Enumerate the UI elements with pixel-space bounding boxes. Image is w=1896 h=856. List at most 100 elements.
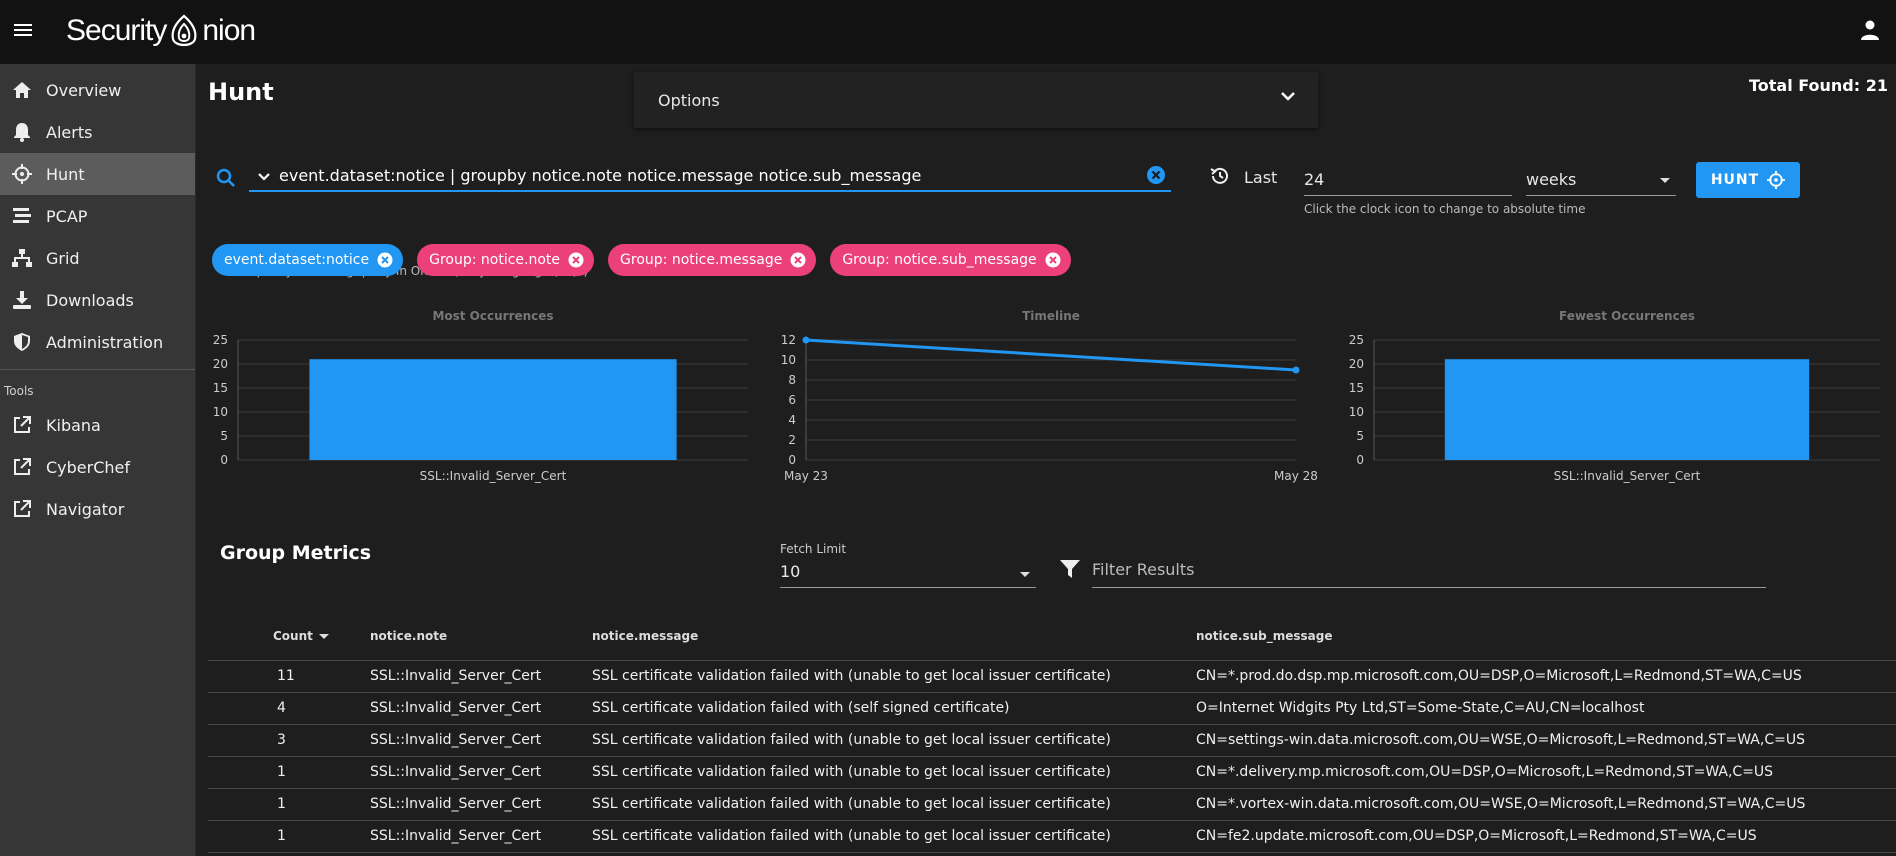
cell-notice-note: SSL::Invalid_Server_Cert — [370, 660, 592, 693]
data-point — [1292, 366, 1300, 374]
crosshairs-icon — [12, 164, 32, 184]
sort-desc-icon — [318, 633, 329, 639]
y-tick-label: 12 — [781, 333, 796, 347]
close-icon[interactable] — [790, 252, 806, 268]
last-label: Last — [1244, 168, 1278, 187]
relative-time-input[interactable]: 24 — [1304, 162, 1512, 196]
app-logo[interactable]: Security nion — [66, 8, 256, 54]
col-notice-message[interactable]: notice.message — [592, 612, 1196, 661]
chart-most-occurrences: Most Occurrences 0 5 10 15 20 25 SSL::Invalid_S… — [208, 308, 768, 488]
cell-count: 1 — [208, 788, 370, 821]
table-row[interactable]: 1 SSL::Invalid_Server_Cert SSL certificate… — [208, 788, 1896, 821]
table-row[interactable]: 4 SSL::Invalid_Server_Cert SSL certificate… — [208, 692, 1896, 725]
sidebar-item-overview[interactable]: Overview — [0, 69, 195, 111]
cell-notice-sub-message: CN=*.vortex-win.data.microsoft.com,OU=WS… — [1196, 788, 1896, 821]
chip-dataset-filter[interactable]: event.dataset:notice — [212, 244, 404, 276]
onion-logo-icon — [171, 14, 197, 47]
col-notice-note[interactable]: notice.note — [370, 612, 592, 661]
chart-fewest-occurrences: Fewest Occurrences 0 5 10 15 20 25 SSL::Invalid… — [1344, 308, 1896, 488]
sidebar-item-hunt[interactable]: Hunt — [0, 153, 195, 195]
y-tick-label: 0 — [1356, 453, 1364, 467]
cell-notice-sub-message: CN=settings-win.data.microsoft.com,OU=WS… — [1196, 724, 1896, 757]
query-input[interactable]: event.dataset:notice | groupby notice.no… — [249, 160, 1171, 192]
clear-query-icon[interactable] — [1145, 165, 1167, 185]
y-tick-label: 10 — [213, 405, 228, 419]
y-tick-label: 0 — [788, 453, 796, 467]
table-row[interactable]: 3 SSL::Invalid_Server_Cert SSL certificate… — [208, 724, 1896, 757]
sidebar-item-label: Kibana — [46, 415, 101, 435]
y-tick-label: 25 — [213, 333, 228, 347]
options-label: Options — [658, 90, 720, 110]
data-point — [802, 336, 810, 344]
close-icon[interactable] — [568, 252, 584, 268]
cell-notice-message: SSL certificate validation failed with (… — [592, 756, 1196, 789]
series-line — [805, 338, 1297, 372]
cell-notice-note: SSL::Invalid_Server_Cert — [370, 692, 592, 725]
cell-notice-sub-message: CN=*.delivery.mp.microsoft.com,OU=DSP,O=… — [1196, 756, 1896, 789]
cell-notice-message: SSL certificate validation failed with (… — [592, 692, 1196, 725]
close-icon[interactable] — [1045, 252, 1061, 268]
time-units-select[interactable]: weeks — [1526, 162, 1676, 196]
cell-notice-note: SSL::Invalid_Server_Cert — [370, 788, 592, 821]
total-found: Total Found: 21 — [1748, 76, 1888, 95]
x-tick-label: SSL::Invalid_Server_Cert — [1554, 469, 1701, 483]
close-icon[interactable] — [377, 252, 393, 268]
history-icon[interactable] — [1210, 166, 1230, 186]
y-tick-label: 15 — [213, 381, 228, 395]
bar — [309, 359, 677, 460]
x-tick-label: May 28 — [1274, 469, 1318, 483]
col-count[interactable]: Count — [208, 612, 370, 661]
query-value: event.dataset:notice | groupby notice.no… — [279, 165, 922, 185]
download-icon — [12, 290, 32, 310]
hunt-button[interactable]: HUNT — [1696, 162, 1800, 198]
sidebar-item-cyberchef[interactable]: CyberChef — [0, 446, 195, 488]
sidebar-item-alerts[interactable]: Alerts — [0, 111, 195, 153]
table-row[interactable]: 1 SSL::Invalid_Server_Cert SSL certificate… — [208, 820, 1896, 853]
crosshairs-icon — [1767, 171, 1786, 189]
chart-title: Most Occurrences — [432, 309, 553, 323]
y-tick-label: 25 — [1349, 333, 1364, 347]
query-history-dropdown[interactable] — [249, 168, 279, 182]
y-tick-label: 2 — [788, 433, 796, 447]
chevron-down-icon — [258, 173, 270, 181]
sitemap-icon — [12, 248, 32, 268]
sidebar-item-navigator[interactable]: Navigator — [0, 488, 195, 530]
options-expander[interactable]: Options — [634, 72, 1318, 128]
chip-group-message[interactable]: Group: notice.message — [608, 244, 817, 276]
chip-group-sub-message[interactable]: Group: notice.sub_message — [830, 244, 1071, 276]
y-tick-label: 5 — [1356, 429, 1364, 443]
table-row[interactable]: 1 SSL::Invalid_Server_Cert SSL certificate… — [208, 756, 1896, 789]
sidebar-item-label: Administration — [46, 332, 164, 352]
cell-count: 4 — [208, 692, 370, 725]
x-tick-label: SSL::Invalid_Server_Cert — [420, 469, 567, 483]
bell-icon — [12, 122, 32, 142]
fetch-limit-select[interactable]: 10 — [780, 558, 1036, 588]
bar — [1444, 359, 1810, 460]
col-notice-sub-message[interactable]: notice.sub_message — [1196, 612, 1896, 661]
chip-label: Group: notice.sub_message — [842, 252, 1037, 268]
filter-icon — [1060, 560, 1080, 578]
sidebar-item-grid[interactable]: Grid — [0, 237, 195, 279]
sidebar-item-kibana[interactable]: Kibana — [0, 404, 195, 446]
sidebar-item-administration[interactable]: Administration — [0, 321, 195, 363]
search-icon — [216, 168, 235, 187]
stream-icon — [12, 206, 32, 226]
filter-results-input[interactable]: Filter Results — [1092, 556, 1766, 588]
cell-notice-message: SSL certificate validation failed with (… — [592, 724, 1196, 757]
menu-icon[interactable] — [14, 21, 32, 41]
fetch-limit-label: Fetch Limit — [780, 542, 847, 556]
y-tick-label: 20 — [1349, 357, 1364, 371]
user-icon[interactable] — [1858, 18, 1882, 42]
most-occurrences-chart: Most Occurrences0 5 10 15 20 25SSL::Invalid_S… — [213, 309, 748, 483]
sidebar-item-label: PCAP — [46, 206, 88, 226]
sidebar-item-downloads[interactable]: Downloads — [0, 279, 195, 321]
sidebar-item-label: Alerts — [46, 122, 93, 142]
external-link-icon — [12, 499, 32, 519]
y-tick-label: 4 — [788, 413, 796, 427]
main-content: Hunt Options Total Found: 21 event.datas… — [196, 64, 1896, 856]
sidebar-item-pcap[interactable]: PCAP — [0, 195, 195, 237]
chip-group-note[interactable]: Group: notice.note — [417, 244, 595, 276]
external-link-icon — [12, 415, 32, 435]
table-row[interactable]: 11 SSL::Invalid_Server_Cert SSL certificat… — [208, 660, 1896, 693]
table-header-row: Count notice.note notice.message notice.… — [208, 612, 1896, 661]
